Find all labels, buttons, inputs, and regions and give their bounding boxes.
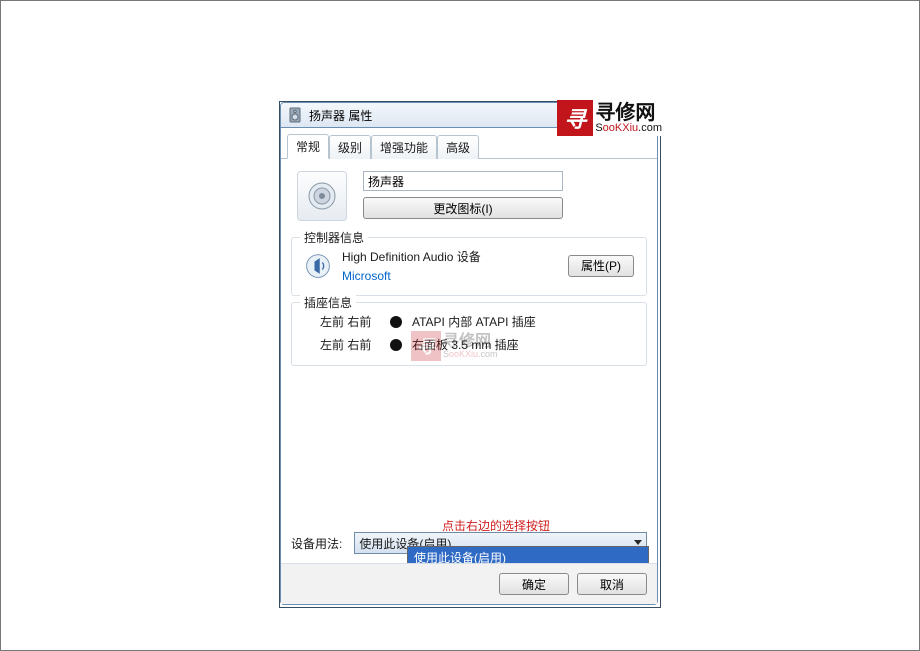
ok-button[interactable]: 确定 [499,573,569,595]
device-usage-label: 设备用法: [291,535,342,552]
watermark-logo: 寻 寻修网 SooKXiu.com [557,100,662,136]
speaker-title-icon [287,107,303,123]
jack-position: 左前 右前 [320,336,380,353]
tab-general[interactable]: 常规 [287,134,329,159]
jack-color-dot [390,316,402,328]
device-icon [297,171,347,221]
jack-description: ATAPI 内部 ATAPI 插座 [412,313,536,330]
logo-en-text: SooKXiu.com [595,123,662,134]
controller-info-group: 控制器信息 High Definition Audio 设备 Microsoft… [291,237,647,296]
logo-cn-text: 寻修网 [595,103,662,123]
jack-group-title: 插座信息 [300,294,356,311]
logo-mark-icon: 寻 [557,100,593,136]
jack-row: 左前 右前 ATAPI 内部 ATAPI 插座 [320,313,634,330]
device-name-input[interactable] [363,171,563,191]
dialog-button-row: 确定 取消 [281,563,657,604]
tab-client-area: 更改图标(I) 控制器信息 High Definition Audio 设备 M… [281,159,657,604]
cancel-button[interactable]: 取消 [577,573,647,595]
device-header-row: 更改图标(I) [291,167,647,231]
controller-device-name: High Definition Audio 设备 [342,248,481,265]
controller-vendor-link[interactable]: Microsoft [342,269,481,283]
controller-group-title: 控制器信息 [300,229,368,246]
audio-device-icon [304,252,332,280]
window-title: 扬声器 属性 [309,107,372,124]
center-watermark: 寻 寻修网 SooKXiu.com [411,331,498,361]
tab-levels[interactable]: 级别 [329,135,371,159]
controller-properties-button[interactable]: 属性(P) [568,255,634,277]
change-icon-button[interactable]: 更改图标(I) [363,197,563,219]
jack-position: 左前 右前 [320,313,380,330]
logo-mark-icon: 寻 [411,331,441,361]
tab-enhancements[interactable]: 增强功能 [371,135,437,159]
tab-advanced[interactable]: 高级 [437,135,479,159]
jack-color-dot [390,339,402,351]
